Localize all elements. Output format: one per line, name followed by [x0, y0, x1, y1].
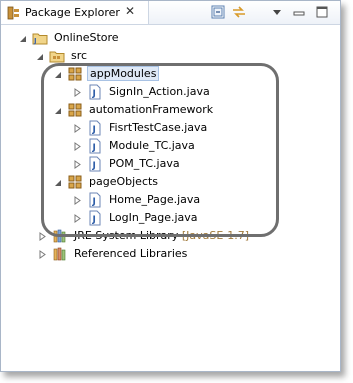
java-file-icon: J — [87, 84, 103, 100]
collapsed-twistie-icon[interactable] — [73, 141, 82, 151]
package-tree: J OnlineStore src appModules J SignIn_Ac… — [1, 27, 340, 367]
file-label: SignIn_Action.java — [109, 85, 210, 98]
collapsed-twistie-icon[interactable] — [73, 159, 82, 169]
file-label: POM_TC.java — [109, 157, 180, 170]
svg-text:J: J — [92, 215, 96, 225]
svg-text:J: J — [92, 197, 96, 207]
view-menu-icon[interactable] — [269, 4, 285, 20]
tree-item-file[interactable]: J SignIn_Action.java — [1, 83, 331, 101]
collapsed-twistie-icon[interactable] — [73, 213, 82, 223]
java-file-icon: J — [87, 138, 103, 154]
expanded-twistie-icon[interactable] — [35, 51, 44, 60]
close-icon[interactable]: ✕ — [125, 4, 135, 18]
view-titlebar: Package Explorer ✕ — [1, 1, 340, 25]
file-label: FisrtTestCase.java — [109, 121, 208, 134]
jre-name: JRE System Library — [74, 229, 179, 242]
package-icon — [67, 66, 83, 82]
java-file-icon: J — [87, 192, 103, 208]
jre-version-decoration: [JavaSE-1.7] — [181, 229, 250, 242]
tree-item-package[interactable]: automationFramework — [1, 101, 331, 119]
tree-item-file[interactable]: J FisrtTestCase.java — [1, 119, 331, 137]
tree-item-src[interactable]: src — [1, 47, 331, 65]
java-file-icon: J — [87, 156, 103, 172]
svg-text:J: J — [92, 161, 96, 171]
tree-item-file[interactable]: J POM_TC.java — [1, 155, 331, 173]
package-icon — [67, 174, 83, 190]
source-folder-icon — [49, 48, 65, 64]
minimize-icon[interactable] — [291, 4, 307, 20]
referenced-libraries-label: Referenced Libraries — [74, 247, 188, 260]
expanded-twistie-icon[interactable] — [53, 105, 62, 114]
expanded-twistie-icon[interactable] — [18, 33, 27, 42]
package-icon — [67, 102, 83, 118]
tab-title: Package Explorer — [25, 6, 120, 19]
collapse-all-icon[interactable] — [210, 4, 226, 20]
project-label: OnlineStore — [54, 31, 119, 44]
link-with-editor-icon[interactable] — [231, 4, 247, 20]
package-label: appModules — [87, 66, 160, 81]
tree-item-project[interactable]: J OnlineStore — [1, 29, 331, 47]
package-explorer-icon — [7, 6, 21, 23]
collapsed-twistie-icon[interactable] — [38, 249, 47, 259]
svg-text:J: J — [92, 125, 96, 135]
library-icon — [52, 228, 68, 244]
collapsed-twistie-icon[interactable] — [73, 87, 82, 97]
file-label: Home_Page.java — [109, 193, 201, 206]
expanded-twistie-icon[interactable] — [53, 177, 62, 186]
collapsed-twistie-icon[interactable] — [73, 195, 82, 205]
expanded-twistie-icon[interactable] — [53, 69, 62, 78]
tree-item-package[interactable]: pageObjects — [1, 173, 331, 191]
collapsed-twistie-icon[interactable] — [73, 123, 82, 133]
tree-item-package[interactable]: appModules — [1, 65, 331, 83]
tree-item-jre-library[interactable]: JRE System Library [JavaSE-1.7] — [1, 227, 331, 245]
package-label: pageObjects — [89, 175, 159, 188]
java-project-icon: J — [32, 30, 48, 46]
tree-item-file[interactable]: J Module_TC.java — [1, 137, 331, 155]
jre-label: JRE System Library [JavaSE-1.7] — [72, 229, 251, 242]
package-label: automationFramework — [89, 103, 214, 116]
svg-text:J: J — [92, 89, 96, 99]
tree-item-file[interactable]: J Home_Page.java — [1, 191, 331, 209]
svg-text:J: J — [33, 37, 37, 45]
src-label: src — [71, 49, 88, 62]
tab-package-explorer[interactable]: Package Explorer ✕ — [1, 1, 149, 24]
tree-item-referenced-libraries[interactable]: Referenced Libraries — [1, 245, 331, 263]
java-file-icon: J — [87, 210, 103, 226]
file-label: LogIn_Page.java — [109, 211, 198, 224]
file-label: Module_TC.java — [109, 139, 195, 152]
svg-text:J: J — [92, 143, 96, 153]
maximize-icon[interactable] — [314, 4, 330, 20]
library-icon — [52, 246, 68, 262]
java-file-icon: J — [87, 120, 103, 136]
package-explorer-view: Package Explorer ✕ J OnlineStore src app… — [0, 0, 341, 372]
collapsed-twistie-icon[interactable] — [38, 231, 47, 241]
tree-item-file[interactable]: J LogIn_Page.java — [1, 209, 331, 227]
